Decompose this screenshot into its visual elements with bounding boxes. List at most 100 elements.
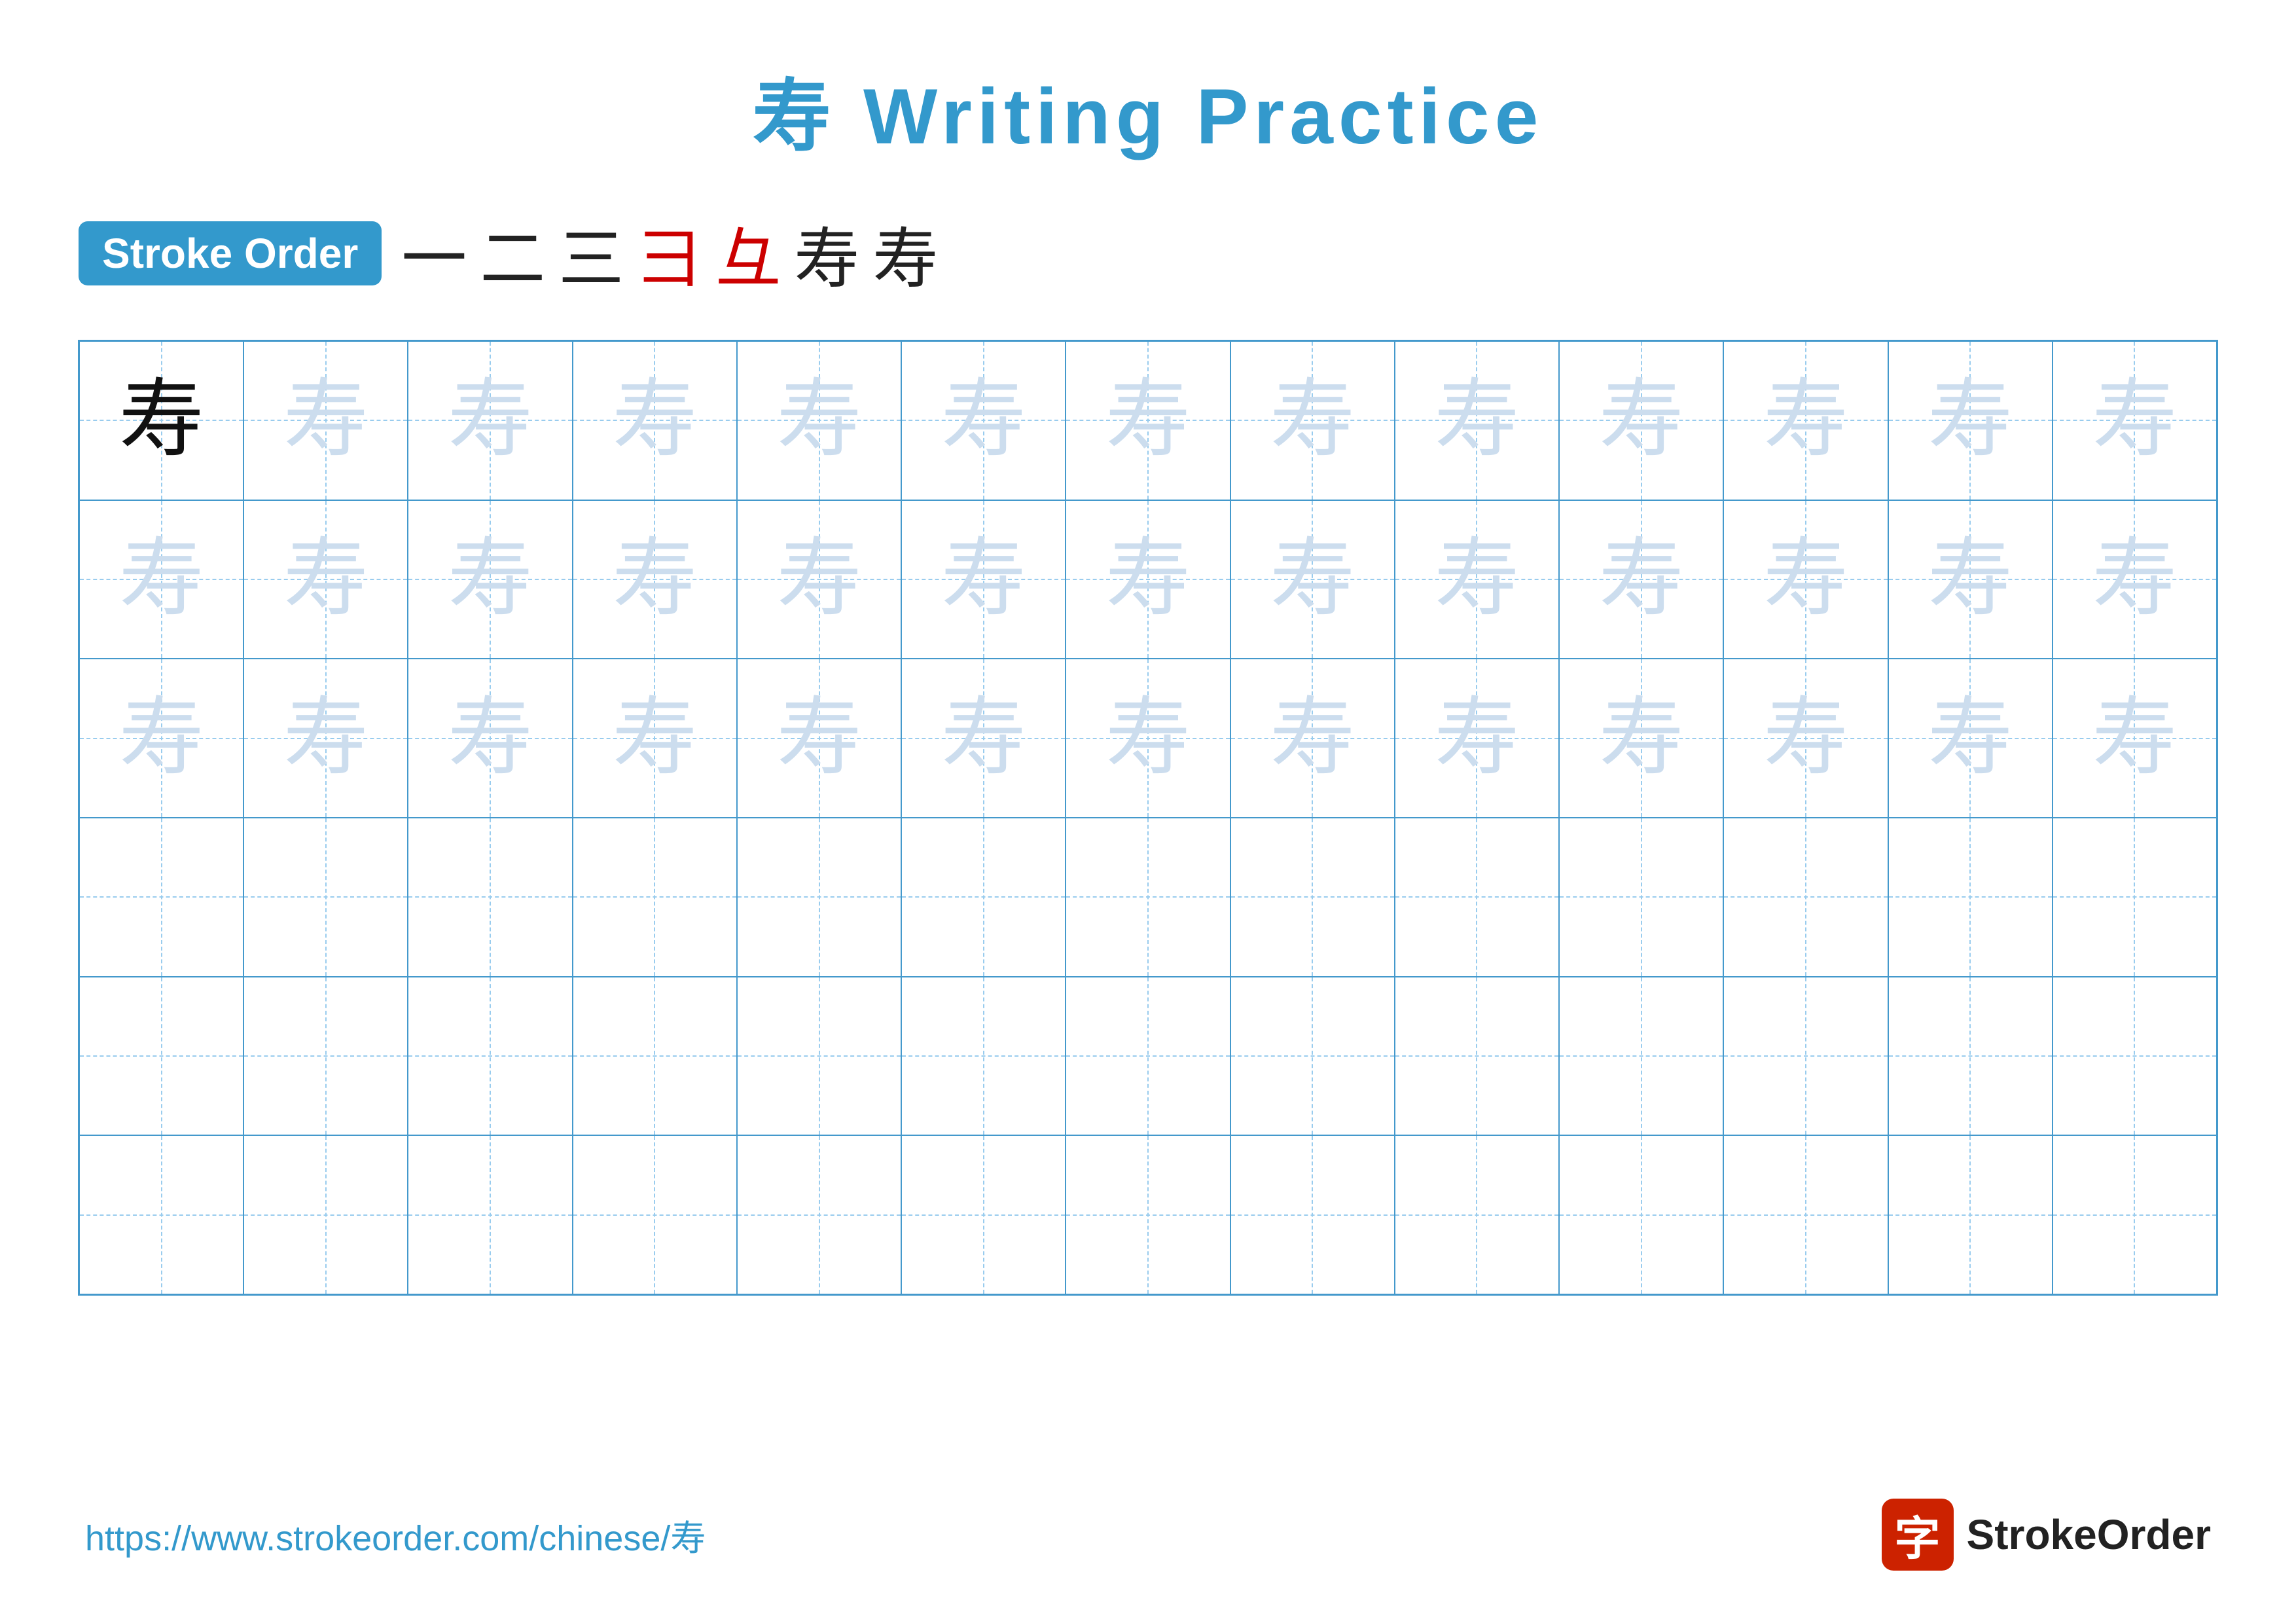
practice-char: 寿 (119, 378, 204, 463)
practice-char: 寿 (119, 696, 204, 781)
stroke-2: 二 (480, 206, 545, 301)
grid-cell: 寿 (1888, 659, 2053, 818)
practice-char: 寿 (777, 696, 862, 781)
grid-cell (1723, 818, 1888, 977)
logo-icon: 字 (1882, 1499, 1954, 1571)
grid-cell: 寿 (1395, 341, 1559, 500)
practice-char: 寿 (2092, 537, 2177, 622)
practice-char: 寿 (1434, 378, 1519, 463)
practice-char: 寿 (2092, 696, 2177, 781)
grid-cell: 寿 (1066, 659, 1230, 818)
grid-cell: 寿 (1723, 659, 1888, 818)
practice-char: 寿 (1763, 537, 1848, 622)
grid-cell (1559, 1135, 1723, 1294)
practice-char: 寿 (1928, 696, 2013, 781)
practice-char: 寿 (941, 696, 1026, 781)
footer-url[interactable]: https://www.strokeorder.com/chinese/寿 (85, 1509, 706, 1561)
practice-char: 寿 (941, 537, 1026, 622)
grid-cell (1888, 818, 2053, 977)
grid-cell: 寿 (1559, 659, 1723, 818)
grid-cell (408, 977, 572, 1136)
grid-cell: 寿 (2053, 500, 2217, 659)
practice-char: 寿 (1105, 537, 1191, 622)
grid-cell (1395, 818, 1559, 977)
grid-cell: 寿 (408, 341, 572, 500)
grid-cell: 寿 (1395, 659, 1559, 818)
footer: https://www.strokeorder.com/chinese/寿 字 … (0, 1499, 2296, 1571)
practice-char: 寿 (1599, 378, 1684, 463)
grid-cell: 寿 (737, 341, 901, 500)
grid-cell: 寿 (1230, 341, 1395, 500)
stroke-5: 彑 (715, 206, 781, 301)
grid-cell: 寿 (901, 341, 1066, 500)
stroke-3: 三 (558, 206, 624, 301)
grid-cell: 寿 (1230, 659, 1395, 818)
grid-cell (737, 818, 901, 977)
grid-cell (901, 977, 1066, 1136)
grid-cell (1066, 977, 1230, 1136)
grid-cell: 寿 (2053, 659, 2217, 818)
grid-cell (2053, 818, 2217, 977)
practice-grid: 寿寿寿寿寿寿寿寿寿寿寿寿寿寿寿寿寿寿寿寿寿寿寿寿寿寿寿寿寿寿寿寿寿寿寿寿寿寿寿 (78, 340, 2218, 1296)
stroke-4: 彐 (637, 206, 702, 301)
grid-cell (573, 818, 737, 977)
grid-cell (1066, 1135, 1230, 1294)
grid-cell: 寿 (573, 500, 737, 659)
grid-cell (243, 977, 408, 1136)
grid-cell (79, 818, 243, 977)
grid-cell (573, 1135, 737, 1294)
stroke-1: 一 (401, 206, 467, 301)
grid-cell (737, 1135, 901, 1294)
practice-char: 寿 (119, 537, 204, 622)
grid-cell (408, 1135, 572, 1294)
grid-cell: 寿 (573, 341, 737, 500)
grid-cell (1888, 1135, 2053, 1294)
grid-cell (1230, 818, 1395, 977)
grid-cell (901, 818, 1066, 977)
grid-cell: 寿 (79, 500, 243, 659)
practice-char: 寿 (1270, 537, 1355, 622)
grid-cell: 寿 (243, 500, 408, 659)
stroke-chars: 一 二 三 彐 彑 寿 寿 (401, 206, 938, 301)
grid-cell: 寿 (901, 500, 1066, 659)
grid-cell: 寿 (79, 659, 243, 818)
grid-cell: 寿 (79, 341, 243, 500)
practice-char: 寿 (283, 537, 368, 622)
grid-cell (1723, 977, 1888, 1136)
page: 寿 Writing Practice Stroke Order 一 二 三 彐 … (0, 0, 2296, 1623)
grid-cell (2053, 1135, 2217, 1294)
practice-char: 寿 (1928, 378, 2013, 463)
grid-cell: 寿 (2053, 341, 2217, 500)
grid-cell: 寿 (1888, 341, 2053, 500)
practice-char: 寿 (1928, 537, 2013, 622)
grid-cell: 寿 (408, 659, 572, 818)
grid-cell (79, 977, 243, 1136)
grid-cell: 寿 (1559, 341, 1723, 500)
practice-char: 寿 (2092, 378, 2177, 463)
grid-cell (1066, 818, 1230, 977)
stroke-order-row: Stroke Order 一 二 三 彐 彑 寿 寿 (79, 206, 938, 301)
practice-char: 寿 (448, 378, 533, 463)
grid-cell (1395, 1135, 1559, 1294)
grid-cell: 寿 (737, 659, 901, 818)
grid-cell: 寿 (243, 659, 408, 818)
grid-cell (79, 1135, 243, 1294)
grid-cell: 寿 (573, 659, 737, 818)
logo-text: StrokeOrder (1967, 1510, 2211, 1559)
grid-cell (243, 818, 408, 977)
grid-cell (408, 818, 572, 977)
grid-cell: 寿 (1395, 500, 1559, 659)
practice-char: 寿 (612, 378, 697, 463)
grid-cell: 寿 (1066, 341, 1230, 500)
stroke-7: 寿 (872, 206, 938, 301)
grid-cell: 寿 (1888, 500, 2053, 659)
footer-logo: 字 StrokeOrder (1882, 1499, 2211, 1571)
grid-cell (1230, 1135, 1395, 1294)
grid-cell: 寿 (737, 500, 901, 659)
practice-char: 寿 (283, 378, 368, 463)
grid-cell (1395, 977, 1559, 1136)
practice-char: 寿 (777, 378, 862, 463)
practice-char: 寿 (1270, 696, 1355, 781)
stroke-6: 寿 (794, 206, 859, 301)
practice-char: 寿 (1105, 696, 1191, 781)
